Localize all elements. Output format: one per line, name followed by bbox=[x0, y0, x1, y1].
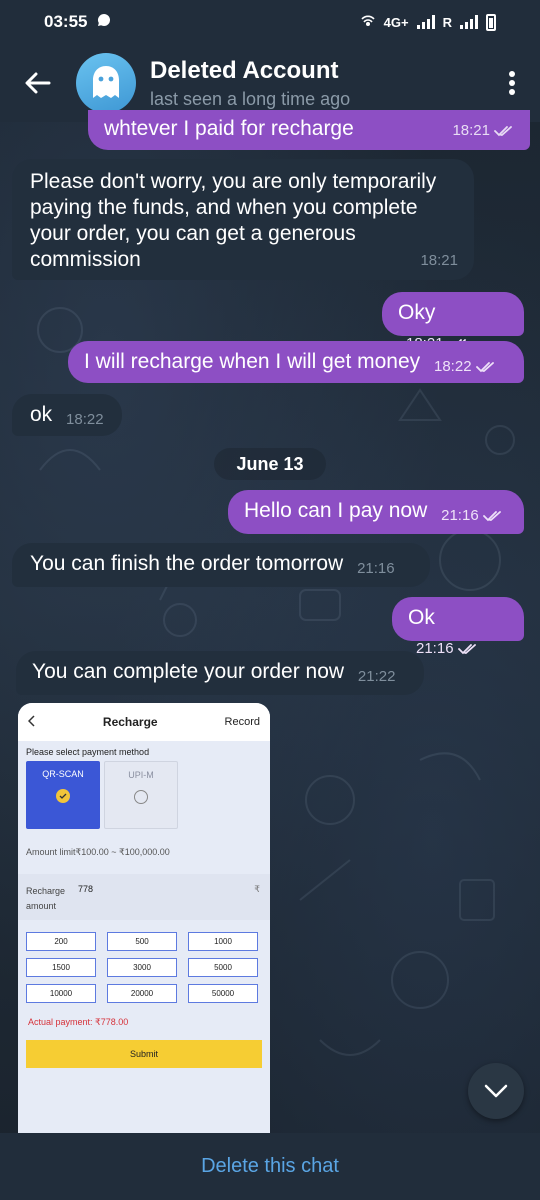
double-check-icon bbox=[482, 511, 501, 522]
message-time: 21:16 bbox=[357, 560, 395, 577]
actual-payment: Actual payment: ₹778.00 bbox=[28, 1017, 129, 1027]
message-time: 21:16 bbox=[441, 503, 503, 529]
message-time: 18:21 bbox=[452, 118, 514, 144]
record-link: Record bbox=[224, 716, 260, 728]
chevron-left-icon bbox=[27, 714, 36, 730]
preset-amount: 5000 bbox=[188, 958, 258, 977]
message-text: Oky bbox=[398, 301, 436, 324]
check-icon bbox=[56, 789, 70, 803]
message-outgoing[interactable]: Hello can I pay now 21:16 bbox=[228, 490, 524, 534]
preset-amounts: 200 500 1000 1500 3000 5000 10000 20000 … bbox=[18, 920, 270, 1003]
message-time: 21:22 bbox=[357, 668, 396, 685]
double-check-icon bbox=[494, 126, 512, 137]
message-text: You can complete your order now bbox=[32, 660, 345, 683]
payment-method-label: Please select payment method bbox=[26, 747, 150, 757]
delete-chat-button[interactable]: Delete this chat bbox=[201, 1155, 339, 1178]
status-time: 03:55 bbox=[44, 12, 88, 31]
message-incoming[interactable]: ok 18:22 bbox=[12, 394, 122, 436]
currency-symbol: ₹ bbox=[254, 884, 260, 894]
date-separator: June 13 bbox=[214, 448, 326, 480]
message-incoming[interactable]: Please don't worry, you are only tempora… bbox=[12, 159, 474, 280]
status-icons: 4G+ R bbox=[360, 13, 496, 31]
message-outgoing[interactable]: Ok 21:16 bbox=[392, 597, 524, 657]
hotspot-icon bbox=[360, 14, 376, 31]
preset-amount: 3000 bbox=[107, 958, 177, 977]
payment-method-qr: QR-SCAN bbox=[26, 761, 100, 829]
recharge-amount-field: Recharge amount 778 ₹ bbox=[18, 874, 270, 920]
message-text: Hello can I pay now bbox=[244, 499, 428, 522]
last-seen-status: last seen a long time ago bbox=[150, 88, 351, 109]
chat-title: Deleted Account bbox=[150, 56, 339, 84]
message-outgoing[interactable]: whtever I paid for recharge 18:21 bbox=[88, 110, 530, 150]
status-bar: 03:55 4G+ R bbox=[0, 0, 540, 44]
preset-amount: 1500 bbox=[26, 958, 96, 977]
preset-amount: 50000 bbox=[188, 984, 258, 1003]
bottom-action-bar: Delete this chat bbox=[0, 1133, 540, 1200]
preset-amount: 20000 bbox=[107, 984, 177, 1003]
double-check-icon bbox=[475, 362, 494, 373]
amount-limit: Amount limit₹100.00 ~ ₹100,000.00 bbox=[26, 847, 170, 857]
more-vert-icon bbox=[509, 71, 515, 95]
message-outgoing[interactable]: I will recharge when I will get money 18… bbox=[68, 341, 524, 383]
recharge-title: Recharge bbox=[102, 715, 158, 729]
payment-method-upi: UPI-M bbox=[104, 761, 178, 829]
signal-icon bbox=[416, 15, 435, 29]
message-time: 18:21 bbox=[420, 252, 458, 269]
recharge-screen-header: Recharge Record bbox=[18, 703, 270, 741]
radio-icon bbox=[134, 790, 148, 804]
back-arrow-icon bbox=[25, 72, 51, 94]
message-text: Please don't worry, you are only tempora… bbox=[30, 170, 437, 271]
battery-icon bbox=[486, 13, 496, 31]
message-text: whtever I paid for recharge bbox=[104, 117, 354, 140]
amount-value: 778 bbox=[78, 884, 94, 894]
scroll-down-button[interactable] bbox=[468, 1063, 524, 1119]
chat-info[interactable]: Deleted Account last seen a long time ag… bbox=[150, 57, 350, 110]
message-time: 18:22 bbox=[434, 354, 496, 380]
message-text: ok bbox=[30, 403, 53, 426]
preset-amount: 1000 bbox=[188, 932, 258, 951]
message-text: Ok bbox=[408, 606, 435, 629]
message-time: 21:16 bbox=[416, 636, 478, 662]
message-time: 18:22 bbox=[66, 411, 104, 428]
double-check-icon bbox=[457, 644, 476, 655]
preset-amount: 200 bbox=[26, 932, 96, 951]
chevron-down-icon bbox=[484, 1084, 508, 1098]
image-message[interactable]: Recharge Record Please select payment me… bbox=[18, 703, 270, 1133]
message-text: You can finish the order tomorrow bbox=[30, 552, 344, 575]
message-outgoing[interactable]: Oky 18:21 bbox=[382, 292, 524, 352]
preset-amount: 500 bbox=[107, 932, 177, 951]
back-button[interactable] bbox=[0, 44, 76, 122]
message-text: I will recharge when I will get money bbox=[84, 350, 421, 373]
avatar[interactable] bbox=[76, 53, 136, 113]
ghost-icon bbox=[93, 66, 119, 98]
preset-amount: 10000 bbox=[26, 984, 96, 1003]
signal-icon-2 bbox=[460, 15, 478, 29]
chat-bubble-icon bbox=[97, 12, 111, 32]
roaming-indicator: R bbox=[442, 14, 452, 30]
submit-button-image: Submit bbox=[26, 1040, 262, 1068]
message-incoming[interactable]: You can finish the order tomorrow 21:16 bbox=[12, 543, 430, 587]
message-incoming[interactable]: You can complete your order now 21:22 bbox=[16, 651, 424, 695]
payment-methods: QR-SCAN UPI-M bbox=[18, 761, 270, 829]
network-type: 4G+ bbox=[383, 14, 409, 30]
